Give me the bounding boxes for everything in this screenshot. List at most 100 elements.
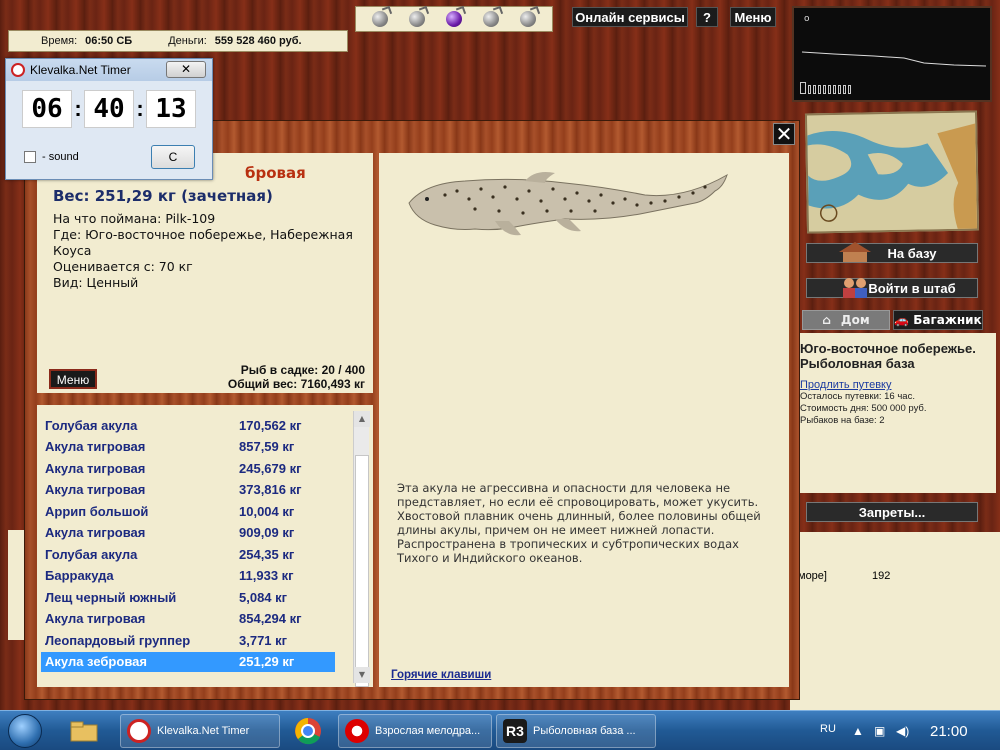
- bomb-icon[interactable]: [482, 11, 499, 27]
- sound-toggle[interactable]: - sound: [24, 151, 79, 163]
- bomb-icon[interactable]: [519, 11, 536, 27]
- signal-bars: [800, 82, 851, 94]
- help-button[interactable]: ?: [696, 7, 718, 27]
- keep-net-summary: Рыб в садке: 20 / 400 Общий вес: 7160,49…: [228, 363, 365, 391]
- tab-home[interactable]: ⌂ Дом: [802, 310, 890, 330]
- fish-row-weight: 857,59 кг: [239, 439, 295, 454]
- fish-row-name: Акула тигровая: [45, 611, 146, 626]
- extend-permit-link[interactable]: Продлить путевку: [800, 379, 992, 391]
- timer-hours: 06: [22, 90, 72, 128]
- bait-bombs: [355, 6, 553, 32]
- language-indicator[interactable]: RU: [820, 723, 836, 735]
- chat-text: море]: [798, 570, 827, 582]
- close-icon[interactable]: ✕: [773, 123, 795, 145]
- list-item[interactable]: Голубая акула 254,35 кг: [41, 544, 335, 564]
- bomb-icon[interactable]: [409, 11, 426, 27]
- timer-window: Klevalka.Net Timer ✕ 06 : 40 : 13 - soun…: [5, 58, 213, 180]
- fish-row-weight: 909,09 кг: [239, 525, 295, 540]
- timer-colon: :: [74, 96, 82, 121]
- list-item[interactable]: Лещ черный южный 5,084 кг: [41, 587, 335, 607]
- taskbar: Klevalka.Net Timer Взрослая мелодра... R…: [0, 710, 1000, 750]
- enter-hq-button[interactable]: Войти в штаб: [806, 278, 978, 298]
- tray-clock[interactable]: 21:00: [930, 723, 968, 740]
- task-timer[interactable]: Klevalka.Net Timer: [120, 714, 280, 748]
- start-button[interactable]: [2, 712, 52, 750]
- anglers-count: Рыбаков на базе: 2: [800, 415, 885, 426]
- task-opera[interactable]: Взрослая мелодра...: [338, 714, 492, 748]
- timer-titlebar[interactable]: Klevalka.Net Timer ✕: [6, 59, 212, 81]
- list-item[interactable]: Акула тигровая 373,816 кг: [41, 480, 335, 500]
- fish-row-name: Леопардовый группер: [45, 632, 191, 648]
- hotkeys-link[interactable]: Горячие клавиши: [391, 669, 491, 681]
- list-item[interactable]: Акула тигровая 857,59 кг: [41, 437, 335, 457]
- online-services-button[interactable]: Онлайн сервисы: [572, 7, 688, 27]
- money-value: 559 528 460 руб.: [214, 35, 302, 47]
- tab-trunk-label: Багажник: [913, 313, 982, 327]
- home-icon: ⌂: [822, 313, 831, 327]
- top-bar: Время: 06:50 СБ Деньги: 559 528 460 руб.…: [0, 0, 790, 56]
- timer-display: 06 : 40 : 13: [22, 89, 196, 129]
- sound-checkbox[interactable]: [24, 151, 36, 163]
- day-cost: Стоимость дня: 500 000 руб.: [800, 403, 927, 414]
- scroll-up-icon[interactable]: ▲: [354, 411, 370, 427]
- task-game[interactable]: R3 Рыболовная база ...: [496, 714, 656, 748]
- list-item[interactable]: Акула зебровая 251,29 кг: [41, 651, 335, 672]
- list-item[interactable]: Акула тигровая 245,679 кг: [41, 458, 335, 478]
- fish-name: бровая: [245, 164, 306, 182]
- fish-row-name: Акула тигровая: [45, 460, 146, 476]
- list-item[interactable]: Акула тигровая 909,09 кг: [41, 523, 335, 543]
- sound-label: - sound: [42, 151, 79, 163]
- keep-net-count: Рыб в садке: 20 / 400: [240, 363, 365, 377]
- fish-row-weight: 373,816 кг: [239, 482, 302, 497]
- fish-row-name: Аррип большой: [45, 503, 149, 519]
- bans-button[interactable]: Запреты...: [806, 502, 978, 522]
- game-icon: R3: [503, 719, 527, 743]
- dialog-menu-button[interactable]: Меню: [49, 369, 97, 389]
- explorer-pinned[interactable]: [60, 714, 108, 748]
- bomb-icon[interactable]: [372, 11, 389, 27]
- fish-row-weight: 10,004 кг: [239, 503, 295, 519]
- location-map[interactable]: [804, 110, 980, 234]
- chrome-pinned[interactable]: [284, 714, 332, 748]
- location-panel: Юго-восточное побережье. Рыболовная база…: [796, 333, 996, 493]
- time-label: Время:: [41, 35, 78, 47]
- list-item[interactable]: Акула тигровая 854,294 кг: [41, 609, 335, 629]
- list-item[interactable]: Леопардовый группер 3,771 кг: [41, 630, 335, 650]
- valued-from: Оценивается с: 70 кг: [53, 259, 193, 274]
- house-icon: [839, 242, 871, 262]
- fish-row-name: Лещ черный южный: [45, 589, 177, 605]
- timer-c-button[interactable]: С: [151, 145, 195, 169]
- alarm-clock-icon: [11, 63, 25, 77]
- windows-logo-icon: [8, 714, 42, 748]
- scroll-thumb[interactable]: [355, 455, 369, 687]
- timer-close-button[interactable]: ✕: [166, 61, 206, 78]
- task-timer-label: Klevalka.Net Timer: [157, 725, 250, 737]
- bomb-icon[interactable]: [445, 11, 462, 27]
- list-item[interactable]: Голубая акула 170,562 кг: [41, 415, 335, 435]
- timer-seconds: 13: [146, 90, 196, 128]
- tray-arrow-icon[interactable]: ▲: [852, 724, 864, 738]
- fish-description: Эта акула не агрессивна и опасности для …: [397, 481, 761, 565]
- status-box: Время: 06:50 СБ Деньги: 559 528 460 руб.: [8, 30, 348, 52]
- list-scrollbar[interactable]: ▲ ▼: [353, 411, 370, 687]
- map-image: [807, 112, 980, 234]
- volume-icon[interactable]: ◀): [896, 724, 909, 738]
- list-item[interactable]: Аррип большой 10,004 кг: [41, 501, 335, 521]
- caught-on: На что поймана: Pilk-109: [53, 211, 216, 226]
- main-menu-button[interactable]: Меню: [730, 7, 776, 27]
- fish-list: Голубая акула 170,562 кг Акула тигровая 857…: [37, 405, 373, 687]
- timer-minutes: 40: [84, 90, 134, 128]
- scroll-down-icon[interactable]: ▼: [354, 667, 370, 683]
- fish-row-weight: 170,562 кг: [239, 417, 302, 433]
- permit-remaining: Осталось путевки: 16 час.: [800, 391, 915, 402]
- network-icon[interactable]: ▣: [874, 724, 885, 738]
- people-icon: [843, 278, 867, 298]
- fish-row-name: Акула тигровая: [45, 525, 146, 540]
- tab-trunk[interactable]: 🚗 Багажник: [893, 310, 983, 330]
- fish-row-name: Акула тигровая: [45, 482, 146, 497]
- to-base-button[interactable]: На базу: [806, 242, 978, 263]
- fish-info-dialog: ✕ бровая Вес: 251,29 кг (зачетная) На чт…: [24, 120, 800, 700]
- money-label: Деньги:: [168, 35, 207, 47]
- alarm-clock-icon: [127, 719, 151, 743]
- list-item[interactable]: Барракуда 11,933 кг: [41, 566, 335, 586]
